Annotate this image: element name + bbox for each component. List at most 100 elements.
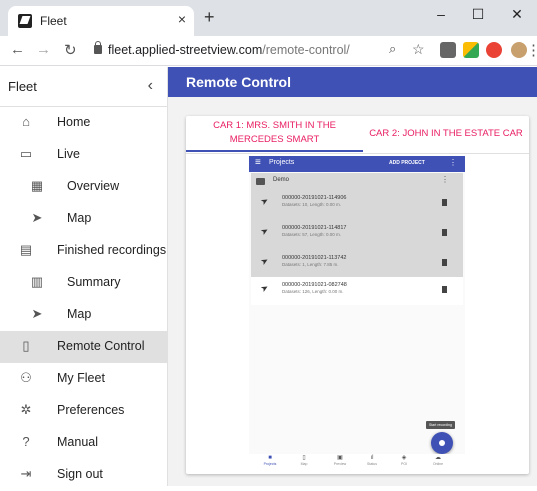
lock-icon bbox=[94, 41, 102, 54]
extension-red-icon[interactable] bbox=[486, 42, 502, 58]
recording-meta: Datasets: 10, Length: 0.00 m. bbox=[282, 202, 342, 207]
list-item[interactable]: ➤ 000000-20191021-114817 Datasets: 57, L… bbox=[251, 220, 463, 246]
recording-name: 000000-20191021-114906 bbox=[282, 195, 347, 201]
sidebar-item-summary[interactable]: ▥ Summary bbox=[0, 267, 167, 299]
tab-car-1[interactable]: CAR 1: MRS. SMITH IN THE MERCEDES SMART bbox=[186, 116, 363, 152]
recording-name: 000000-20191021-113742 bbox=[282, 255, 347, 261]
remote-control-card: CAR 1: MRS. SMITH IN THE MERCEDES SMART … bbox=[186, 116, 529, 474]
sidebar-item-label: My Fleet bbox=[57, 371, 105, 385]
reload-icon[interactable]: ↻ bbox=[64, 41, 77, 59]
profile-avatar[interactable] bbox=[511, 42, 527, 58]
sidebar-item-label: Summary bbox=[67, 275, 121, 289]
bar-chart-icon: ıl bbox=[370, 455, 374, 461]
chart-icon: ▥ bbox=[30, 274, 44, 289]
sidebar-item-finished-recordings[interactable]: ▤ Finished recordings bbox=[0, 235, 167, 267]
bottom-nav-poi[interactable]: ◈ POI bbox=[389, 455, 419, 467]
bottom-nav-label: Status bbox=[367, 462, 377, 466]
tab-close-icon[interactable]: × bbox=[178, 11, 186, 27]
browser-toolbar: ← → ↻ fleet.applied-streetview.com/remot… bbox=[0, 36, 537, 66]
poi-icon: ◈ bbox=[401, 455, 407, 461]
sidebar-item-live-map[interactable]: ➤ Map bbox=[0, 203, 167, 235]
sidebar-item-live[interactable]: ▭ Live bbox=[0, 139, 167, 171]
sidebar-item-preferences[interactable]: ✲ Preferences bbox=[0, 395, 167, 427]
chevron-left-icon[interactable]: ‹ bbox=[148, 77, 153, 95]
extension-icon[interactable] bbox=[463, 42, 479, 58]
tab-divider bbox=[186, 153, 529, 154]
folder-icon: ■ bbox=[268, 455, 272, 461]
menu-dots-icon[interactable]: ⋮ bbox=[526, 41, 537, 59]
address-bar[interactable]: fleet.applied-streetview.com/remote-cont… bbox=[88, 40, 378, 62]
assignment-icon: ▤ bbox=[19, 242, 33, 257]
folder-icon bbox=[256, 178, 265, 185]
sidebar-item-label: Remote Control bbox=[57, 339, 145, 353]
bottom-nav-label: POI bbox=[400, 462, 408, 466]
menu-icon[interactable]: ≡ bbox=[255, 157, 261, 168]
project-list: Demo ⋮ ➤ 000000-20191021-114906 Datasets… bbox=[251, 173, 463, 305]
bottom-nav-preview[interactable]: ▣ Preview bbox=[325, 455, 355, 467]
sidebar-item-recordings-map[interactable]: ➤ Map bbox=[0, 299, 167, 331]
sidebar-item-home[interactable]: ⌂ Home bbox=[0, 107, 167, 139]
delete-icon[interactable] bbox=[442, 286, 447, 293]
new-tab-button[interactable]: + bbox=[204, 8, 215, 26]
maximize-button[interactable]: ☐ bbox=[468, 6, 488, 23]
close-window-button[interactable]: ✕ bbox=[507, 6, 527, 23]
list-item[interactable]: ➤ 000000-20191021-113742 Datasets: 1, Le… bbox=[251, 250, 463, 276]
bookmark-star-icon[interactable]: ☆ bbox=[412, 41, 425, 58]
more-vert-icon[interactable]: ⋮ bbox=[441, 175, 449, 184]
folder-row[interactable]: Demo ⋮ bbox=[251, 173, 463, 190]
back-icon[interactable]: ← bbox=[10, 41, 25, 58]
bottom-nav-map[interactable]: ▯ Map bbox=[289, 455, 319, 467]
sidebar-item-overview[interactable]: ▦ Overview bbox=[0, 171, 167, 203]
page-title: Remote Control bbox=[186, 74, 291, 90]
dashboard-icon: ▦ bbox=[30, 178, 44, 193]
delete-icon[interactable] bbox=[442, 259, 447, 266]
start-recording-tooltip: Start recording bbox=[426, 421, 455, 429]
phone-screen[interactable]: ≡ Projects ADD PROJECT ⋮ Demo ⋮ ➤ 000000… bbox=[249, 156, 465, 469]
sidebar-item-label: Map bbox=[67, 211, 92, 225]
forward-icon[interactable]: → bbox=[36, 41, 51, 58]
more-vert-icon[interactable]: ⋮ bbox=[449, 158, 457, 167]
bottom-nav-projects[interactable]: ■ Projects bbox=[255, 455, 285, 467]
bottom-nav-label: Map bbox=[300, 462, 308, 466]
phone-bottom-nav: ■ Projects ▯ Map ▣ Preview ıl Status ◈ P… bbox=[249, 454, 465, 469]
sidebar-item-label: Map bbox=[67, 307, 92, 321]
sidebar-item-remote-control[interactable]: ▯ Remote Control bbox=[0, 331, 167, 363]
delete-icon[interactable] bbox=[442, 229, 447, 236]
sidebar-item-my-fleet[interactable]: ⚇ My Fleet bbox=[0, 363, 167, 395]
sidebar-item-label: Manual bbox=[57, 435, 98, 449]
tab-title: Fleet bbox=[40, 14, 67, 28]
list-item[interactable]: ➤ 000000-20191021-082748 Datasets: 126, … bbox=[251, 277, 463, 305]
browser-tab-strip: Fleet × + – ☐ ✕ bbox=[0, 0, 537, 36]
browser-tab[interactable]: Fleet × bbox=[8, 6, 194, 36]
sidebar-item-sign-out[interactable]: ⇥ Sign out bbox=[0, 459, 167, 491]
phone-title: Projects bbox=[269, 159, 295, 166]
list-item[interactable]: ➤ 000000-20191021-114906 Datasets: 10, L… bbox=[251, 190, 463, 216]
tab-car-2[interactable]: CAR 2: JOHN IN THE ESTATE CAR bbox=[363, 116, 529, 152]
exit-icon: ⇥ bbox=[20, 466, 32, 481]
phone-remote-icon: ▯ bbox=[22, 338, 30, 353]
main-content: CAR 1: MRS. SMITH IN THE MERCEDES SMART … bbox=[168, 97, 537, 486]
gear-icon: ✲ bbox=[20, 402, 32, 417]
navigation-icon: ➤ bbox=[258, 194, 271, 208]
bottom-nav-online[interactable]: ☁ Online bbox=[423, 455, 453, 467]
mail-extension-icon[interactable] bbox=[440, 42, 456, 58]
navigation-icon: ➤ bbox=[31, 210, 43, 225]
navigation-icon: ➤ bbox=[258, 254, 271, 268]
home-icon: ⌂ bbox=[22, 114, 30, 129]
add-project-button[interactable]: ADD PROJECT bbox=[389, 160, 425, 166]
sidebar-item-label: Finished recordings bbox=[57, 243, 167, 257]
delete-icon[interactable] bbox=[442, 199, 447, 206]
tv-icon: ▭ bbox=[19, 146, 33, 161]
recording-meta: Datasets: 57, Length: 0.00 m. bbox=[282, 232, 342, 237]
recording-meta: Datasets: 126, Length: 0.00 m. bbox=[282, 289, 344, 294]
group-icon: ⚇ bbox=[20, 370, 32, 385]
navigation-icon: ➤ bbox=[31, 306, 43, 321]
minimize-button[interactable]: – bbox=[431, 6, 451, 22]
sidebar-item-manual[interactable]: ? Manual bbox=[0, 427, 167, 459]
recording-meta: Datasets: 1, Length: 7.85 m. bbox=[282, 262, 339, 267]
bottom-nav-status[interactable]: ıl Status bbox=[357, 455, 387, 467]
zoom-icon[interactable]: ⌕ bbox=[389, 41, 396, 57]
url-text: fleet.applied-streetview.com/remote-cont… bbox=[108, 43, 350, 57]
favicon-icon bbox=[18, 14, 32, 28]
record-button[interactable] bbox=[431, 432, 453, 454]
